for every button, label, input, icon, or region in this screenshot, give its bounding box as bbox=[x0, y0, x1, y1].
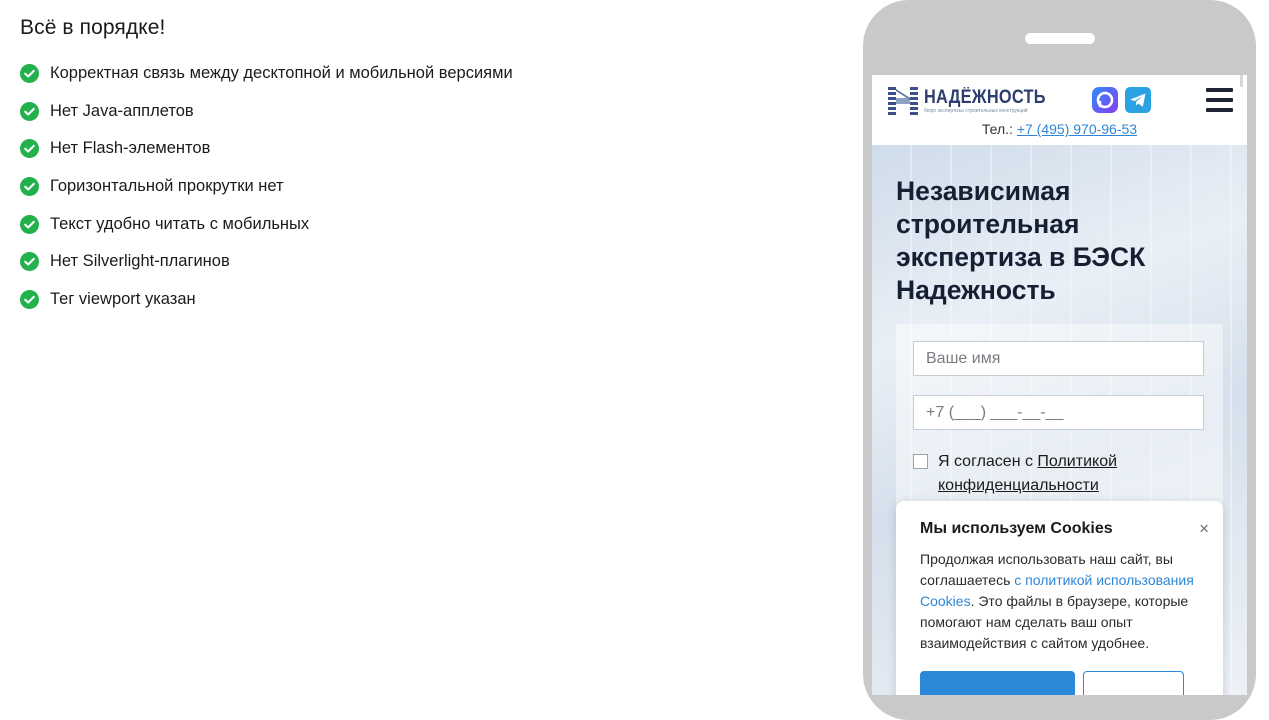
check-item: Тег viewport указан bbox=[20, 281, 513, 319]
cookie-text: Продолжая использовать наш сайт, вы согл… bbox=[920, 551, 1194, 651]
check-circle-icon bbox=[20, 214, 39, 234]
results-panel: Всё в порядке! Корректная связь между де… bbox=[20, 16, 513, 318]
consent-label: Я согласен с bbox=[938, 453, 1038, 470]
telegram-icon[interactable] bbox=[1125, 87, 1151, 113]
check-circle-icon bbox=[20, 252, 39, 272]
results-title: Всё в порядке! bbox=[20, 16, 166, 39]
check-item-label: Нет Flash-элементов bbox=[50, 139, 211, 158]
consent-row: Я согласен с Политикой конфиденциальност… bbox=[913, 450, 1213, 498]
check-item: Текст удобно читать с мобильных bbox=[20, 205, 513, 243]
phone-label: Тел.: bbox=[981, 121, 1013, 137]
check-item-label: Горизонтальной прокрутки нет bbox=[50, 177, 284, 196]
check-circle-icon bbox=[20, 289, 39, 309]
phone-link[interactable]: +7 (495) 970-96-53 bbox=[1017, 121, 1137, 137]
check-item-label: Нет Silverlight-плагинов bbox=[50, 252, 230, 271]
hamburger-menu-icon[interactable] bbox=[1206, 88, 1233, 112]
check-list: Корректная связь между десктопной и моби… bbox=[20, 55, 513, 318]
phone-speaker bbox=[1025, 33, 1095, 44]
check-item: Нет Flash-элементов bbox=[20, 130, 513, 168]
check-item: Нет Java-апплетов bbox=[20, 93, 513, 131]
check-item-label: Тег viewport указан bbox=[50, 289, 196, 308]
scrollbar[interactable] bbox=[1240, 75, 1243, 87]
check-circle-icon bbox=[20, 64, 39, 84]
close-icon[interactable]: × bbox=[1199, 519, 1209, 539]
cookie-accept-button[interactable] bbox=[920, 671, 1075, 695]
max-messenger-icon[interactable] bbox=[1092, 87, 1118, 113]
check-item-label: Корректная связь между десктопной и моби… bbox=[50, 64, 513, 83]
phone-input[interactable] bbox=[913, 395, 1204, 430]
phone-screen[interactable]: НАДЁЖНОСТЬ бюро экспертизы строительных … bbox=[872, 75, 1247, 695]
cookie-settings-button[interactable] bbox=[1083, 671, 1184, 695]
hero-title: Независимая строительная экспертиза в БЭ… bbox=[896, 176, 1146, 305]
header-phone: Тел.: +7 (495) 970-96-53 bbox=[872, 121, 1247, 137]
cookie-banner: Мы используем Cookies × Продолжая исполь… bbox=[896, 501, 1223, 695]
cookie-title: Мы используем Cookies bbox=[920, 520, 1113, 537]
phone-mockup: НАДЁЖНОСТЬ бюро экспертизы строительных … bbox=[863, 0, 1256, 720]
name-input[interactable] bbox=[913, 341, 1204, 376]
check-item-label: Текст удобно читать с мобильных bbox=[50, 214, 310, 233]
logo-name: НАДЁЖНОСТЬ bbox=[924, 87, 1046, 108]
logo-tagline: бюро экспертизы строительных конструкций bbox=[924, 108, 1028, 114]
check-circle-icon bbox=[20, 139, 39, 159]
check-circle-icon bbox=[20, 101, 39, 121]
logo-mark-icon bbox=[888, 87, 918, 115]
site-logo[interactable]: НАДЁЖНОСТЬ бюро экспертизы строительных … bbox=[888, 84, 1046, 118]
check-item: Нет Silverlight-плагинов bbox=[20, 243, 513, 281]
check-item: Горизонтальной прокрутки нет bbox=[20, 168, 513, 206]
check-item: Корректная связь между десктопной и моби… bbox=[20, 55, 513, 93]
consent-checkbox[interactable] bbox=[913, 454, 928, 469]
check-item-label: Нет Java-апплетов bbox=[50, 101, 194, 120]
check-circle-icon bbox=[20, 177, 39, 197]
site-header: НАДЁЖНОСТЬ бюро экспертизы строительных … bbox=[872, 75, 1247, 145]
